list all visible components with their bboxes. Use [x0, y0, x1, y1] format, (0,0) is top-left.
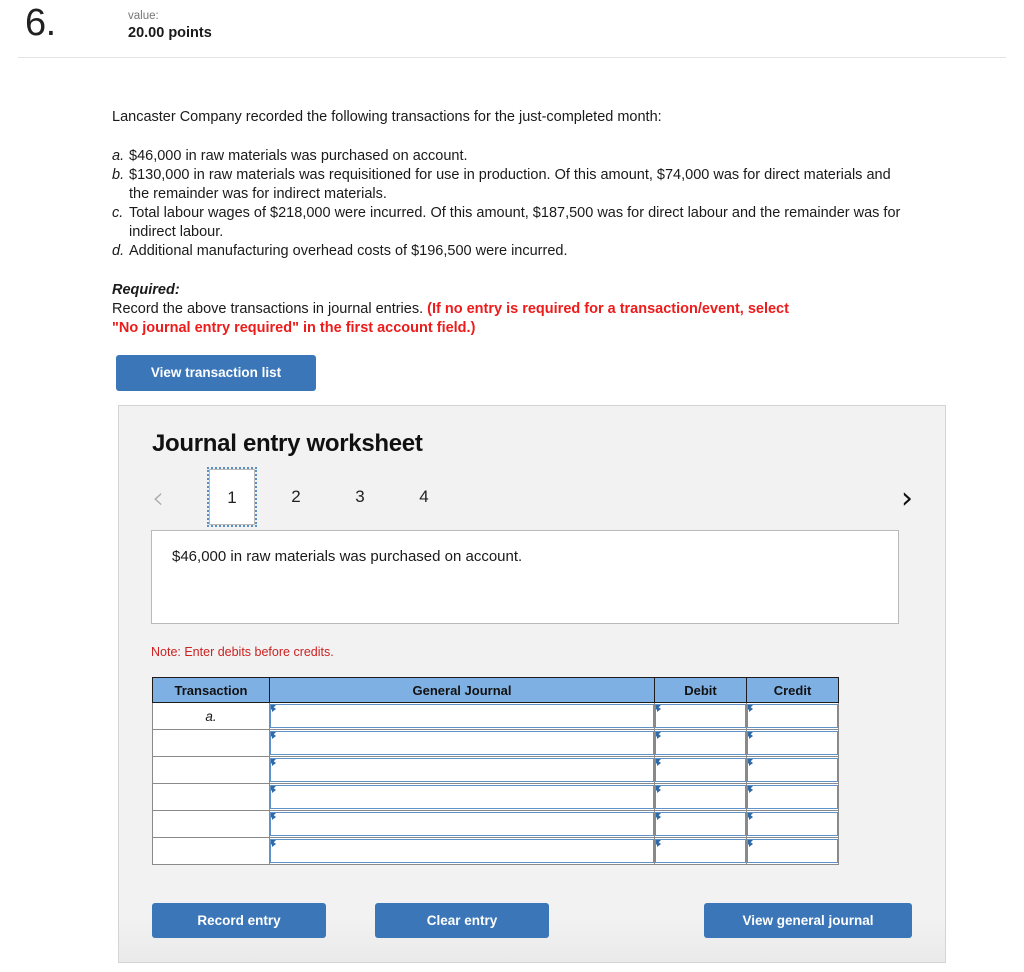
transaction-text: $46,000 in raw materials was purchased o… [129, 148, 468, 164]
header-credit: Credit [746, 677, 839, 703]
transaction-label-cell [152, 729, 270, 757]
transaction-item: b. $130,000 in raw materials was requisi… [112, 166, 902, 204]
transaction-label-cell: a. [152, 702, 270, 730]
general-journal-cell[interactable] [269, 810, 655, 838]
transaction-letter: c. [112, 205, 124, 221]
general-journal-cell[interactable] [269, 729, 655, 757]
account-select-field[interactable] [270, 785, 654, 809]
credit-input-field[interactable] [747, 839, 838, 863]
table-row: a. [152, 702, 839, 730]
credit-cell[interactable] [746, 756, 839, 784]
debit-input-field[interactable] [655, 812, 746, 836]
points-value: 20.00 points [128, 25, 212, 41]
general-journal-cell[interactable] [269, 756, 655, 784]
problem-statement: Lancaster Company recorded the following… [112, 108, 902, 338]
transaction-text: Additional manufacturing overhead costs … [129, 243, 568, 259]
general-journal-cell[interactable] [269, 837, 655, 865]
transaction-label-cell [152, 837, 270, 865]
account-select-field[interactable] [270, 812, 654, 836]
journal-entry-table: Transaction General Journal Debit Credit… [152, 677, 839, 865]
table-row [152, 729, 839, 757]
transaction-label-cell [152, 756, 270, 784]
question-value-block: value: 20.00 points [128, 9, 212, 42]
required-plain-text: Record the above transactions in journal… [112, 301, 424, 317]
transaction-item: d. Additional manufacturing overhead cos… [112, 242, 902, 261]
debit-input-field[interactable] [655, 785, 746, 809]
question-header: 6. value: 20.00 points [18, 0, 1006, 58]
credit-input-field[interactable] [747, 758, 838, 782]
table-row [152, 783, 839, 811]
record-entry-button[interactable]: Record entry [152, 903, 326, 938]
credit-input-field[interactable] [747, 731, 838, 755]
worksheet-title: Journal entry worksheet [152, 430, 423, 457]
table-row [152, 756, 839, 784]
general-journal-cell[interactable] [269, 702, 655, 730]
worksheet-tab-4[interactable]: 4 [401, 469, 447, 525]
transaction-text: $130,000 in raw materials was requisitio… [129, 167, 891, 202]
account-select-field[interactable] [270, 731, 654, 755]
account-select-field[interactable] [270, 839, 654, 863]
required-alert-line-2: "No journal entry required" in the first… [112, 320, 476, 336]
problem-intro: Lancaster Company recorded the following… [112, 109, 662, 125]
chevron-left-icon[interactable]: ‹ [145, 479, 171, 519]
debit-input-field[interactable] [655, 731, 746, 755]
debit-cell[interactable] [654, 729, 747, 757]
required-instructions: Record the above transactions in journal… [112, 300, 902, 338]
journal-entry-worksheet-panel: Journal entry worksheet ‹ 1 2 3 4 › $46,… [118, 405, 946, 963]
debit-cell[interactable] [654, 783, 747, 811]
debit-input-field[interactable] [655, 758, 746, 782]
account-select-field[interactable] [270, 758, 654, 782]
journal-table-body: a. [152, 702, 839, 865]
credit-cell[interactable] [746, 783, 839, 811]
debit-input-field[interactable] [655, 839, 746, 863]
clear-entry-button[interactable]: Clear entry [375, 903, 549, 938]
debit-cell[interactable] [654, 837, 747, 865]
transaction-list: a. $46,000 in raw materials was purchase… [112, 147, 902, 261]
worksheet-tab-1[interactable]: 1 [207, 467, 257, 527]
table-row [152, 810, 839, 838]
credit-input-field[interactable] [747, 704, 838, 728]
worksheet-tab-3[interactable]: 3 [337, 469, 383, 525]
debits-before-credits-note: Note: Enter debits before credits. [151, 645, 334, 659]
credit-cell[interactable] [746, 702, 839, 730]
scenario-text: $46,000 in raw materials was purchased o… [172, 548, 523, 565]
value-label: value: [128, 10, 159, 22]
required-alert-line-1: (If no entry is required for a transacti… [427, 301, 789, 317]
transaction-letter: a. [112, 148, 125, 164]
header-general-journal: General Journal [269, 677, 655, 703]
account-select-field[interactable] [270, 704, 654, 728]
view-transaction-list-button[interactable]: View transaction list [116, 355, 316, 391]
header-debit: Debit [654, 677, 747, 703]
transaction-letter: b. [112, 167, 125, 183]
transaction-item: a. $46,000 in raw materials was purchase… [112, 147, 902, 166]
transaction-item: c. Total labour wages of $218,000 were i… [112, 204, 902, 242]
scenario-box: $46,000 in raw materials was purchased o… [151, 530, 899, 624]
debit-cell[interactable] [654, 810, 747, 838]
credit-input-field[interactable] [747, 812, 838, 836]
credit-cell[interactable] [746, 837, 839, 865]
debit-cell[interactable] [654, 756, 747, 784]
worksheet-pager: ‹ 1 2 3 4 › [145, 467, 920, 531]
general-journal-cell[interactable] [269, 783, 655, 811]
worksheet-tab-2[interactable]: 2 [273, 469, 319, 525]
chevron-right-icon[interactable]: › [894, 479, 920, 519]
required-heading: Required: [112, 282, 180, 298]
transaction-letter: d. [112, 243, 125, 259]
table-row [152, 837, 839, 865]
debit-input-field[interactable] [655, 704, 746, 728]
credit-input-field[interactable] [747, 785, 838, 809]
transaction-text: Total labour wages of $218,000 were incu… [129, 205, 901, 240]
header-transaction: Transaction [152, 677, 270, 703]
table-header-row: Transaction General Journal Debit Credit [152, 677, 839, 703]
credit-cell[interactable] [746, 729, 839, 757]
transaction-label-cell [152, 783, 270, 811]
question-number: 6. [25, 2, 56, 44]
debit-cell[interactable] [654, 702, 747, 730]
worksheet-tabs: 1 2 3 4 [207, 467, 465, 527]
credit-cell[interactable] [746, 810, 839, 838]
transaction-label-cell [152, 810, 270, 838]
view-general-journal-button[interactable]: View general journal [704, 903, 912, 938]
